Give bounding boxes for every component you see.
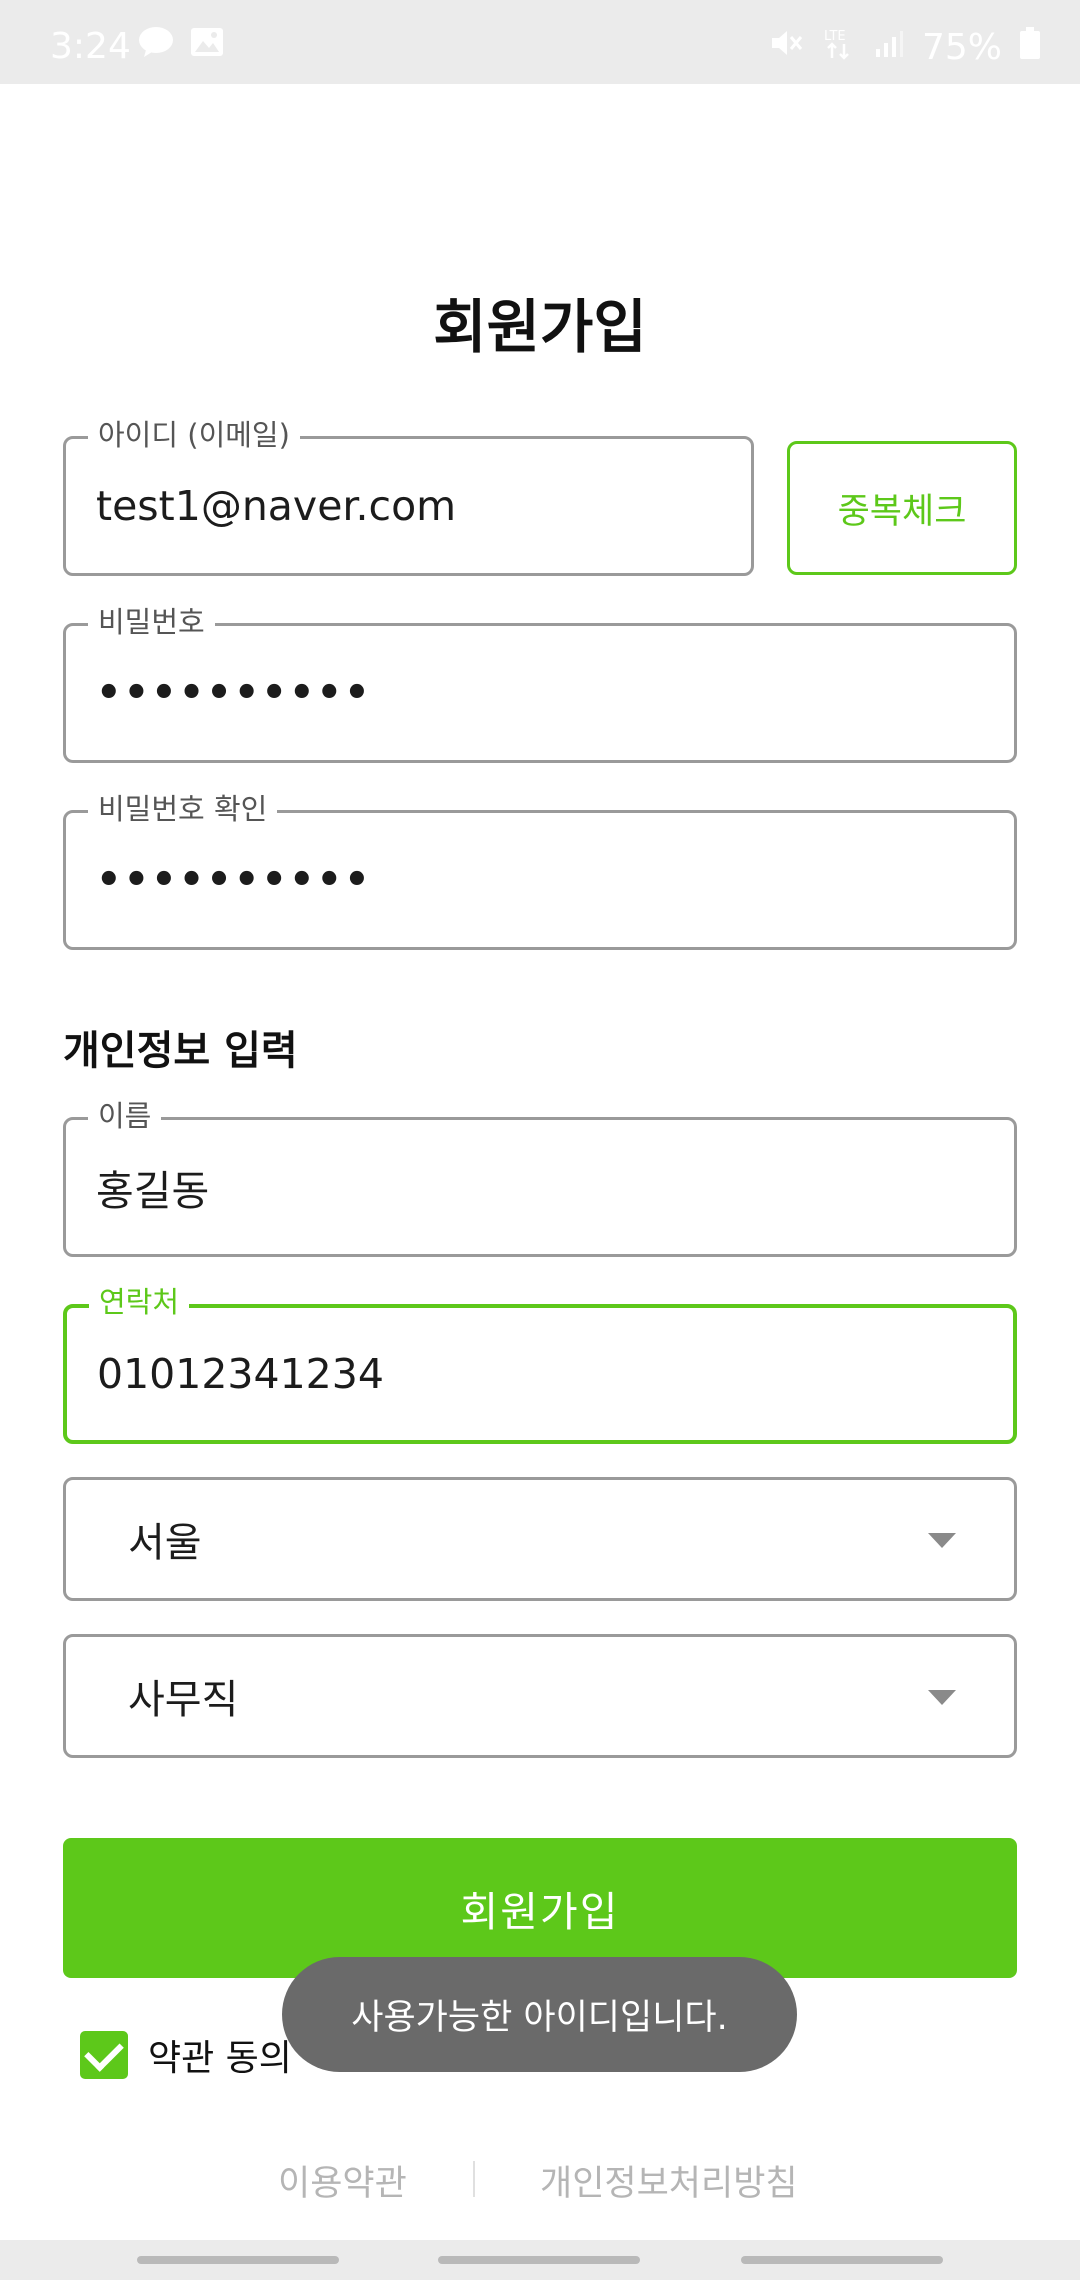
terms-link[interactable]: 이용약관: [278, 2155, 407, 2206]
nav-recent-button[interactable]: [137, 2256, 339, 2264]
email-value[interactable]: test1@naver.com: [96, 439, 456, 573]
personal-info-section-title: 개인정보 입력: [63, 1028, 298, 1074]
image-icon: [190, 26, 224, 62]
status-bar: 3:24 LTE 75%: [0, 0, 1080, 84]
privacy-link[interactable]: 개인정보처리방침: [540, 2155, 798, 2206]
job-select-value: 사무직: [128, 1677, 239, 1723]
phone-field[interactable]: 연락처 01012341234: [63, 1284, 1017, 1444]
terms-agree-checkbox[interactable]: [80, 2031, 128, 2079]
battery-icon: [1020, 27, 1040, 68]
phone-value[interactable]: 01012341234: [97, 1308, 384, 1440]
chevron-down-icon: [928, 1690, 956, 1705]
svg-text:LTE: LTE: [824, 29, 846, 44]
talk-icon: [138, 26, 174, 62]
duplicate-check-button[interactable]: 중복체크: [787, 441, 1017, 575]
email-field[interactable]: 아이디 (이메일) test1@naver.com: [63, 417, 754, 576]
nav-back-button[interactable]: [741, 2256, 943, 2264]
job-select[interactable]: 사무직: [63, 1634, 1017, 1758]
password-field[interactable]: 비밀번호 ••••••••••: [63, 604, 1017, 763]
region-select-value: 서울: [128, 1520, 202, 1566]
nav-home-button[interactable]: [438, 2256, 640, 2264]
battery-percent: 75%: [921, 27, 1002, 68]
name-field[interactable]: 이름 홍길동: [63, 1098, 1017, 1257]
terms-agree-label[interactable]: 약관 동의: [148, 2029, 292, 2081]
region-select[interactable]: 서울: [63, 1477, 1017, 1601]
chevron-down-icon: [928, 1533, 956, 1548]
lte-icon: LTE: [822, 26, 856, 69]
password-confirm-field[interactable]: 비밀번호 확인 ••••••••••: [63, 791, 1017, 950]
navigation-bar: [0, 2240, 1080, 2280]
toast-message: 사용가능한 아이디입니다.: [282, 1957, 797, 2072]
name-value[interactable]: 홍길동: [96, 1120, 209, 1254]
mute-icon: [770, 27, 804, 68]
password-confirm-value[interactable]: ••••••••••: [96, 813, 372, 947]
footer-links: 이용약관 개인정보처리방침: [0, 2155, 1080, 2205]
password-value[interactable]: ••••••••••: [96, 626, 372, 760]
signal-icon: [874, 27, 904, 68]
page-title: 회원가입: [433, 293, 647, 361]
footer-divider: [473, 2161, 475, 2197]
status-time: 3:24: [50, 26, 131, 67]
status-right: LTE 75%: [770, 26, 1040, 69]
terms-agree-row[interactable]: 약관 동의: [80, 2030, 292, 2080]
